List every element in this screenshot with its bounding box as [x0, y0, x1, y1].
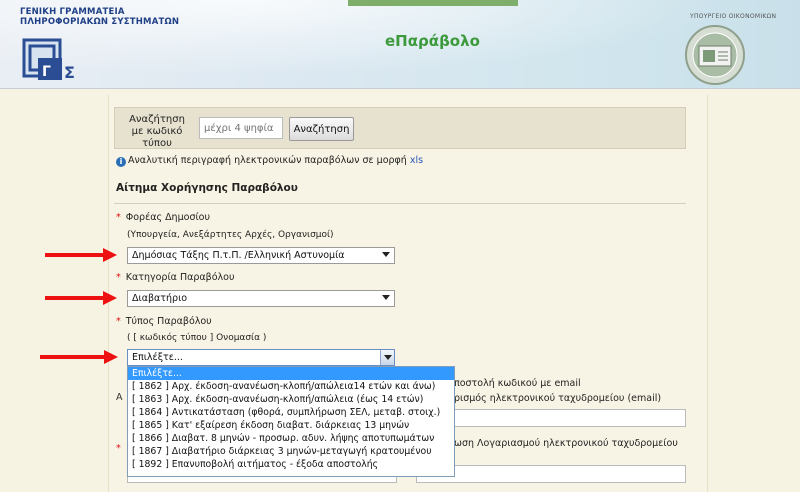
header-accent-bar	[348, 0, 518, 6]
page-header: ΓΕΝΙΚΗ ΓΡΑΜΜΑΤΕΙΑ ΠΛΗΡΟΦΟΡΙΑΚΩΝ ΣΥΣΤΗΜΑΤ…	[0, 0, 800, 89]
app-title: eΠαράβολο	[385, 32, 480, 50]
svg-text:Γ: Γ	[42, 64, 51, 80]
category-label-text: Κατηγορία Παραβόλου	[125, 272, 235, 283]
red-arrow-category	[45, 291, 117, 305]
search-button[interactable]: Αναζήτηση	[289, 117, 354, 141]
section-title: Αίτημα Χορήγησης Παραβόλου	[116, 182, 298, 194]
dropdown-option-1867[interactable]: [ 1867 ] Διαβατήριο διάρκειας 3 μηνών-με…	[128, 445, 454, 458]
agency-select[interactable]: Δημόσιας Τάξης Π.τ.Π. /Ελληνική Αστυνομί…	[127, 247, 395, 264]
category-select[interactable]: Διαβατήριο	[127, 290, 395, 307]
email-send-label: ποστολή κωδικού με email	[454, 378, 581, 389]
required-mark: *	[116, 443, 121, 454]
hidden-label-a: Α	[116, 392, 123, 403]
agency-label: * Φορέας Δημοσίου	[116, 212, 210, 223]
dropdown-option-1862[interactable]: [ 1862 ] Αρχ. έκδοση-ανανέωση-κλοπή/απώλ…	[128, 380, 454, 393]
red-arrow-type	[40, 350, 118, 364]
type-label-text: Τύπος Παραβόλου	[125, 316, 212, 327]
type-select-value: Επιλέξτε...	[132, 352, 183, 363]
dropdown-option-1865[interactable]: [ 1865 ] Κατ' εξαίρεση έκδοση διαβατ. δι…	[128, 419, 454, 432]
required-mark: *	[116, 316, 121, 327]
email-def-label: ρισμός ηλεκτρονικού ταχυδρομείου (email)	[454, 393, 662, 404]
type-select[interactable]: Επιλέξτε...	[127, 349, 395, 366]
info-text: Αναλυτική περιγραφή ηλεκτρονικών παραβόλ…	[128, 155, 407, 166]
required-mark: *	[116, 272, 121, 283]
gsis-logo-icon: Γ Σ	[22, 38, 75, 82]
email-input[interactable]	[416, 409, 686, 427]
type-dropdown-list: Επιλέξτε... [ 1862 ] Αρχ. έκδοση-ανανέωσ…	[127, 366, 455, 477]
agency-select-value: Δημόσιας Τάξης Π.τ.Π. /Ελληνική Αστυνομί…	[132, 250, 345, 261]
email-confirm-label: ωση Λογαριασμού ηλεκτρονικού ταχυδρομείο…	[454, 438, 678, 449]
chevron-down-icon[interactable]	[380, 350, 394, 365]
xls-link[interactable]: xls	[410, 155, 423, 166]
type-label: * Τύπος Παραβόλου	[116, 316, 212, 327]
red-arrow-agency	[45, 248, 117, 262]
dropdown-option-1892[interactable]: [ 1892 ] Επανυποβολή αιτήματος - έξοδα α…	[128, 458, 454, 471]
chevron-down-icon	[382, 295, 390, 300]
search-label: Αναζήτηση με κωδικό τύπου	[129, 114, 185, 149]
ministry-label: ΥΠΟΥΡΓΕΙΟ ΟΙΚΟΝΟΜΙΚΩΝ	[690, 13, 777, 20]
category-label: * Κατηγορία Παραβόλου	[116, 272, 234, 283]
dropdown-option-1864[interactable]: [ 1864 ] Αντικατάσταση (φθορά, συμπλήρωσ…	[128, 406, 454, 419]
info-line: i Αναλυτική περιγραφή ηλεκτρονικών παραβό…	[116, 155, 423, 167]
dropdown-option-placeholder[interactable]: Επιλέξτε...	[128, 367, 454, 380]
section-divider	[114, 203, 686, 204]
org-name: ΓΕΝΙΚΗ ΓΡΑΜΜΑΤΕΙΑ ΠΛΗΡΟΦΟΡΙΑΚΩΝ ΣΥΣΤΗΜΑΤ…	[20, 7, 179, 27]
dropdown-option-1866[interactable]: [ 1866 ] Διαβατ. 8 μηνών - προσωρ. αδυν.…	[128, 432, 454, 445]
category-select-value: Διαβατήριο	[132, 293, 188, 304]
chevron-down-icon	[382, 252, 390, 257]
svg-text:Σ: Σ	[64, 63, 75, 82]
type-hint: ( [ κωδικός τύπου ] Ονομασία )	[127, 333, 267, 343]
code-search-input[interactable]	[199, 117, 283, 139]
org-name-line1: ΓΕΝΙΚΗ ΓΡΑΜΜΑΤΕΙΑ	[20, 7, 125, 17]
dropdown-option-1863[interactable]: [ 1863 ] Αρχ. έκδοση-ανανέωση-κλοπή/απώλ…	[128, 393, 454, 406]
agency-hint: (Υπουργεία, Ανεξάρτητες Αρχές, Οργανισμο…	[127, 230, 334, 240]
agency-label-text: Φορέας Δημοσίου	[125, 212, 210, 223]
org-name-line2: ΠΛΗΡΟΦΟΡΙΑΚΩΝ ΣΥΣΤΗΜΑΤΩΝ	[20, 17, 180, 27]
eparavolo-badge-icon	[685, 25, 745, 85]
required-mark: *	[116, 212, 121, 223]
info-icon: i	[116, 157, 126, 167]
email-confirm-input[interactable]	[416, 465, 686, 483]
